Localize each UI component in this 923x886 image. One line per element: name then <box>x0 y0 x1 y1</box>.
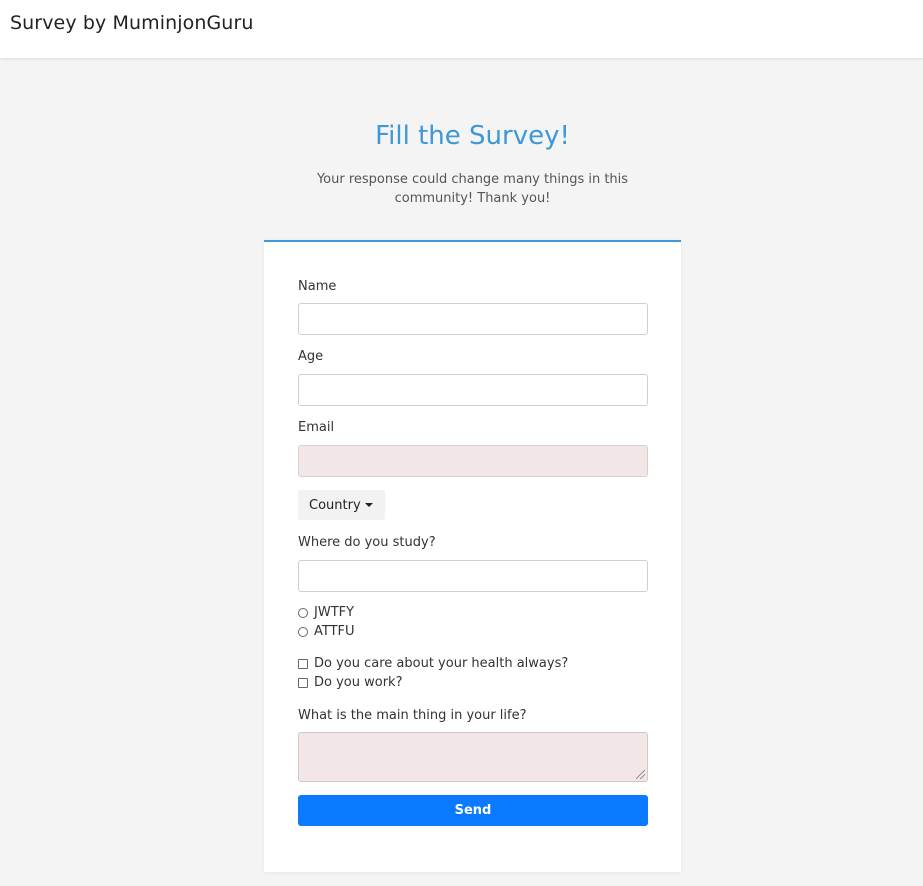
checkbox-label: Do you work? <box>314 675 403 690</box>
radio-option-attfu[interactable]: ATTFU <box>298 624 355 639</box>
age-label: Age <box>298 349 324 364</box>
radio-button[interactable] <box>298 607 308 618</box>
main-thing-textarea[interactable] <box>298 732 648 782</box>
email-label: Email <box>298 420 335 435</box>
age-field[interactable] <box>298 374 648 406</box>
email-field[interactable] <box>298 445 648 477</box>
checkbox[interactable] <box>298 658 308 669</box>
checkbox-option-health[interactable]: Do you care about your health always? <box>298 656 568 671</box>
page-title: Fill the Survey! <box>375 121 570 151</box>
name-label: Name <box>298 279 337 294</box>
country-dropdown-label: Country <box>309 497 361 513</box>
resize-handle-icon[interactable] <box>636 770 645 779</box>
radio-option-jwtfy[interactable]: JWTFY <box>298 605 354 620</box>
send-button[interactable]: Send <box>298 795 648 826</box>
checkbox-label: Do you care about your health always? <box>314 656 569 671</box>
page-subtitle: Your response could change many things i… <box>316 172 629 206</box>
country-dropdown-button[interactable]: Country <box>298 490 385 520</box>
radio-button[interactable] <box>298 626 308 637</box>
study-label: Where do you study? <box>298 535 436 550</box>
brand-title[interactable]: Survey by MuminjonGuru <box>10 12 913 34</box>
caret-down-icon <box>364 502 373 507</box>
navbar: Survey by MuminjonGuru <box>0 0 923 58</box>
radio-label: JWTFY <box>314 605 355 620</box>
checkbox[interactable] <box>298 677 308 688</box>
main-thing-label: What is the main thing in your life? <box>298 708 527 723</box>
survey-form: Name Age Email Country Where do you stud… <box>264 240 681 872</box>
checkbox-option-work[interactable]: Do you work? <box>298 675 402 690</box>
study-field[interactable] <box>298 560 648 592</box>
radio-label: ATTFU <box>314 624 355 639</box>
name-field[interactable] <box>298 303 648 335</box>
